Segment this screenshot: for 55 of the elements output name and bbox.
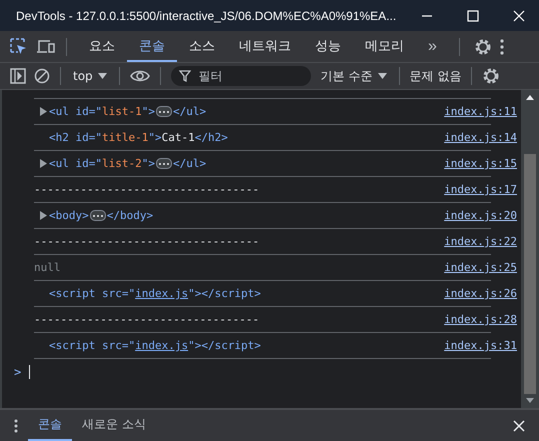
text-cursor[interactable] [29, 365, 30, 379]
source-link[interactable]: index.js:28 [444, 313, 517, 326]
panel-tab[interactable]: 네트워크 [227, 31, 303, 62]
more-options-icon[interactable] [14, 418, 18, 432]
drawer-tab[interactable]: 콘솔 [28, 410, 72, 441]
panel-tab[interactable]: 성능 [303, 31, 353, 62]
context-dropdown[interactable]: top [71, 69, 109, 83]
panel-tab[interactable]: 요소 [77, 31, 127, 62]
console-message[interactable]: <body> </body> [49, 209, 154, 222]
more-tabs-button[interactable]: » [424, 31, 441, 62]
sidebar-toggle-icon[interactable] [10, 68, 26, 84]
console-message: <script src="index.js"></script> [49, 287, 261, 300]
prompt-caret: > [14, 365, 22, 379]
console-message: null [34, 261, 60, 274]
expand-triangle-icon[interactable] [40, 159, 46, 168]
window-title: DevTools - 127.0.0.1:5500/interactive_JS/06.DOM%EC%A0%91%EA... [16, 8, 396, 22]
caret-icon [98, 73, 107, 79]
settings-icon[interactable] [482, 67, 500, 85]
maximize-icon[interactable] [467, 10, 480, 22]
source-link[interactable]: index.js:17 [444, 183, 517, 196]
source-link[interactable]: index.js:22 [444, 235, 517, 248]
expand-triangle-icon[interactable] [40, 107, 46, 116]
source-link[interactable]: index.js:25 [444, 261, 517, 274]
source-link[interactable]: index.js:31 [444, 339, 517, 352]
settings-icon[interactable] [474, 38, 492, 56]
console-message: ---------------------------------- [34, 235, 260, 248]
scrollbar[interactable] [521, 90, 539, 408]
source-link[interactable]: index.js:14 [444, 131, 517, 144]
source-link[interactable]: index.js:20 [444, 209, 517, 222]
console-message: ---------------------------------- [34, 183, 260, 196]
source-link[interactable]: index.js:11 [444, 105, 517, 118]
console-message: ---------------------------------- [34, 313, 260, 326]
filter-icon [178, 70, 191, 82]
more-options-icon[interactable] [500, 38, 504, 54]
console-message: <script src="index.js"></script> [49, 339, 261, 352]
scroll-down-icon[interactable] [526, 398, 534, 404]
console-message[interactable]: <ul id="list-1"> </ul> [49, 105, 206, 118]
expand-triangle-icon[interactable] [40, 211, 46, 220]
panel-tab[interactable]: 소스 [177, 31, 227, 62]
source-link[interactable]: index.js:26 [444, 287, 517, 300]
console-message[interactable]: <ul id="list-2"> </ul> [49, 157, 206, 170]
caret-icon [378, 73, 386, 79]
log-levels-dropdown[interactable]: 기본 수준 [318, 68, 388, 84]
eye-icon[interactable] [130, 69, 150, 83]
panel-tab[interactable]: 메모리 [353, 31, 416, 62]
close-icon[interactable] [513, 420, 525, 432]
device-toolbar-icon[interactable] [36, 38, 56, 56]
drawer-tab[interactable]: 새로운 소식 [72, 410, 156, 441]
inspect-element-icon[interactable] [10, 38, 28, 56]
filter-field[interactable]: 필터 [170, 66, 311, 86]
issues-counter[interactable]: 문제 없음 [410, 68, 462, 84]
clear-console-icon[interactable] [34, 68, 50, 84]
source-link[interactable]: index.js:15 [444, 157, 517, 170]
console-message: <h2 id="title-1">Cat-1</h2> [49, 131, 228, 144]
scroll-up-icon[interactable] [526, 94, 534, 100]
